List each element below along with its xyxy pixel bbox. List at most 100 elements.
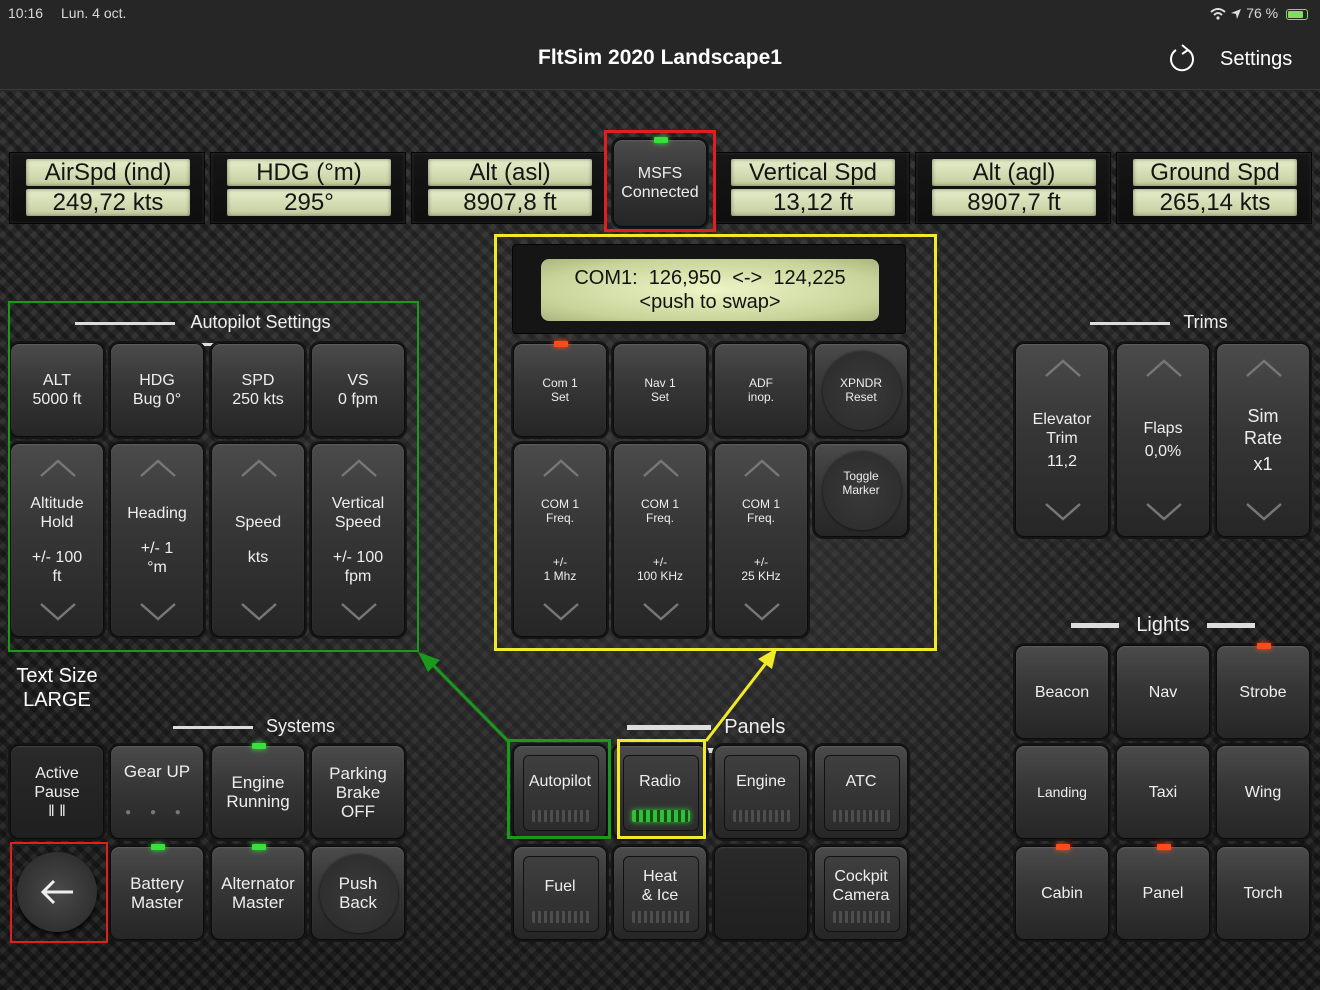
button-label: Push Back [338,874,378,912]
gauge-label: Vertical Spd [731,159,895,186]
status-led [252,743,266,749]
light-nav-button[interactable]: Nav [1116,645,1210,739]
panel-empty-slot [714,846,808,940]
chevron-down-icon[interactable] [1244,502,1284,522]
gauge-airspeed: AirSpd (ind) 249,72 kts [9,152,205,224]
push-back-button[interactable]: Push Back [311,846,405,940]
title-divider [172,725,253,729]
light-cabin-button[interactable]: Cabin [1015,844,1109,940]
alternator-master-button[interactable]: Alternator Master [211,844,305,940]
light-strobe-button[interactable]: Strobe [1216,643,1310,739]
battery-master-button[interactable]: Battery Master [110,844,204,940]
button-label: Strobe [1239,683,1287,701]
parking-brake-button[interactable]: Parking Brake OFF [311,745,405,839]
title-divider [1207,623,1256,629]
gauge-value: 249,72 kts [26,189,190,216]
button-label: Beacon [1034,683,1090,701]
chevron-up-icon[interactable] [1043,358,1083,378]
chevron-down-icon[interactable] [1144,502,1184,522]
title-divider [1090,321,1171,325]
status-time: 10:16 [8,5,44,21]
trim-label: Elevator Trim [1032,410,1092,447]
button-label: Heat & Ice [641,868,679,904]
highlight-box-panel-radio [617,739,706,839]
panels-title: Panels [724,716,786,738]
gauge-label: HDG (°m) [227,159,391,186]
gauge-label: Ground Spd [1133,159,1297,186]
gauge-value: 295° [227,189,391,216]
button-label: Engine [736,772,786,790]
chevron-down-icon[interactable] [1043,502,1083,522]
indicator-mesh [532,911,590,923]
panel-heat-ice-button[interactable]: Heat & Ice [613,846,707,940]
light-taxi-button[interactable]: Taxi [1116,745,1210,839]
systems-title: Systems [266,716,336,736]
status-right: 76 % [1210,5,1308,21]
location-arrow-icon [1230,5,1246,21]
light-wing-button[interactable]: Wing [1216,745,1310,839]
light-beacon-button[interactable]: Beacon [1015,645,1109,739]
button-label: Torch [1243,884,1283,902]
chevron-up-icon[interactable] [1244,358,1284,378]
gauge-altitude-asl: Alt (asl) 8907,8 ft [411,152,607,224]
page-title: FltSim 2020 Landscape1 [538,46,782,69]
engine-running-button[interactable]: Engine Running [211,743,305,839]
light-landing-button[interactable]: Landing [1015,745,1109,839]
status-led [252,844,266,850]
gauge-value: 13,12 ft [731,189,895,216]
button-label: Engine Running [226,773,290,811]
light-panel-button[interactable]: Panel [1116,844,1210,940]
highlight-box-connection [604,130,716,232]
gauge-label: Alt (asl) [428,159,592,186]
panel-cockpit-camera-button[interactable]: Cockpit Camera [814,846,908,940]
title-divider [626,725,711,731]
panel-atc-button[interactable]: ATC [814,745,908,839]
gauge-vertical-speed: Vertical Spd 13,12 ft [714,152,910,224]
button-label: Battery Master [130,874,184,912]
trims-title: Trims [1183,312,1228,332]
panel-engine-button[interactable]: Engine [714,745,808,839]
gear-indicator-icon: ● ● ● [125,807,189,818]
refresh-icon[interactable] [1166,42,1198,74]
active-pause-button[interactable]: Active Pause ‖ ‖ [10,745,104,839]
elevator-trim-adjuster[interactable]: Elevator Trim 11,2 [1015,343,1109,537]
lights-title: Lights [1136,614,1190,636]
gauge-ground-speed: Ground Spd 265,14 kts [1116,152,1312,224]
panel-fuel-button[interactable]: Fuel [513,846,607,940]
wifi-icon [1210,5,1230,21]
highlight-box-back [10,842,108,943]
gauge-value: 8907,7 ft [932,189,1096,216]
flaps-adjuster[interactable]: Flaps 0,0% [1116,343,1210,537]
trim-value: 0,0% [1144,443,1182,460]
gear-button[interactable]: Gear UP ● ● ● [110,745,204,839]
button-label: Alternator Master [221,874,295,912]
button-label: Nav [1148,683,1178,701]
gauge-value: 8907,8 ft [428,189,592,216]
button-label: Panel [1142,884,1184,902]
status-bar: 10:16 Lun. 4 oct. 76 % [0,0,1320,26]
text-size-toggle[interactable]: Text Size LARGE [10,664,104,720]
trim-value: 11,2 [1047,452,1077,470]
trim-value: x1 [1253,454,1273,474]
button-label: Fuel [544,877,576,895]
navbar: FltSim 2020 Landscape1 Settings [0,26,1320,90]
settings-button[interactable]: Settings [1220,48,1292,71]
button-label: Active Pause ‖ ‖ [34,764,80,820]
chevron-up-icon[interactable] [1144,358,1184,378]
sim-rate-adjuster[interactable]: Sim Rate x1 [1216,343,1310,537]
highlight-box-radio [494,234,937,651]
button-label: Wing [1244,783,1282,801]
button-label: Gear UP [123,762,191,781]
lights-section-title: Lights [1068,614,1258,637]
button-label: Taxi [1148,783,1178,801]
light-torch-button[interactable]: Torch [1216,846,1310,940]
battery-percent: 76 % [1246,5,1279,21]
gauge-label: Alt (agl) [932,159,1096,186]
indicator-mesh [733,810,791,822]
text-size-label: Text Size LARGE [16,665,98,711]
button-label: Landing [1037,783,1087,800]
status-led [1056,844,1070,850]
gauge-heading: HDG (°m) 295° [210,152,406,224]
trim-label: Flaps [1143,420,1183,437]
indicator-mesh [833,810,891,822]
